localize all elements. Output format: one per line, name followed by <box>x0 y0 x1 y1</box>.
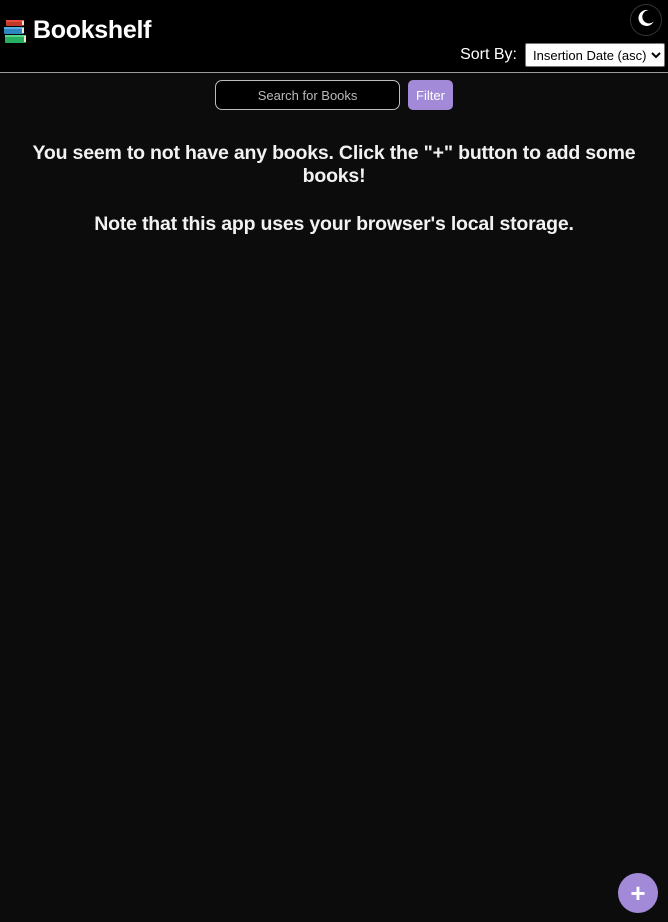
sort-select[interactable]: Insertion Date (asc) <box>525 43 665 67</box>
add-book-button[interactable]: + <box>618 873 658 913</box>
brand: Bookshelf <box>2 16 151 45</box>
search-input[interactable] <box>215 80 401 110</box>
filter-button[interactable]: Filter <box>408 80 453 110</box>
header: Bookshelf Sort By: Insertion Date (asc) <box>0 0 668 73</box>
sort-label: Sort By: <box>460 46 517 63</box>
search-bar: Filter <box>0 80 668 110</box>
app-root: Bookshelf Sort By: Insertion Date (asc) … <box>0 0 668 922</box>
app-title: Bookshelf <box>33 16 152 44</box>
theme-toggle-button[interactable] <box>630 4 662 36</box>
empty-state-message: You seem to not have any books. Click th… <box>32 142 636 187</box>
moon-icon <box>636 8 656 33</box>
local-storage-note: Note that this app uses your browser's l… <box>94 213 574 235</box>
books-icon <box>2 17 28 45</box>
sort-control: Sort By: Insertion Date (asc) <box>460 43 665 67</box>
